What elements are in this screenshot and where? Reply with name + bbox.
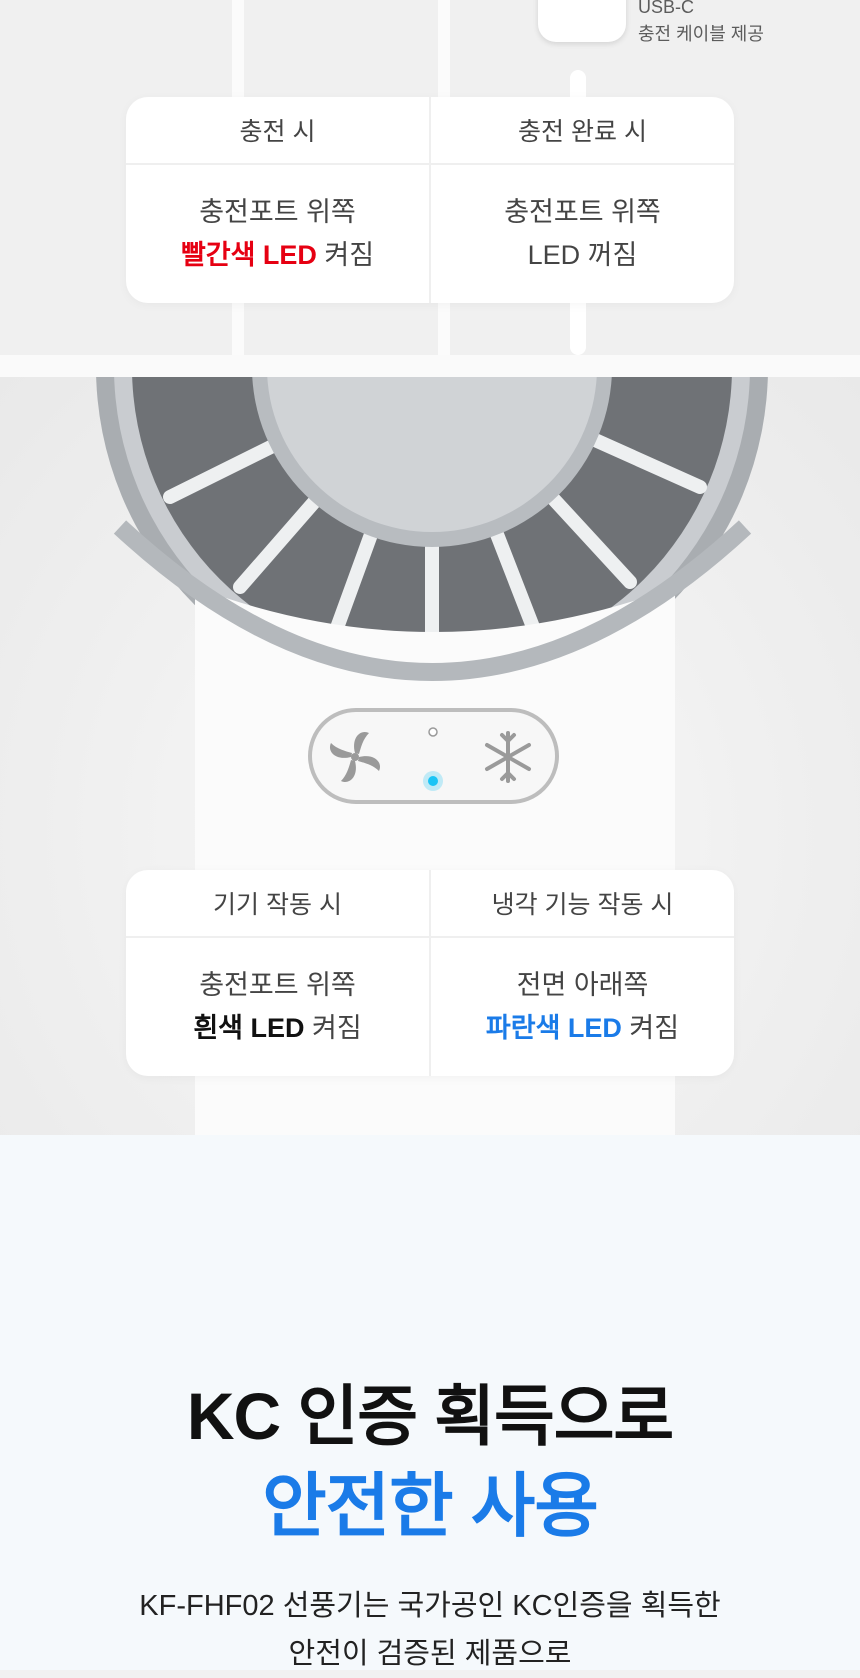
status-indicator-dot bbox=[428, 727, 438, 737]
charging-body: 충전포트 위쪽 빨간색 LED 켜짐 bbox=[126, 165, 429, 303]
operating-line2: 흰색 LED 켜짐 bbox=[193, 1007, 361, 1050]
charged-column: 충전 완료 시 충전포트 위쪽 LED 꺼짐 bbox=[431, 97, 734, 303]
cooling-line2: 파란색 LED 켜짐 bbox=[486, 1007, 679, 1050]
cooling-line2-rest: 켜짐 bbox=[621, 1013, 680, 1043]
charged-header: 충전 완료 시 bbox=[518, 118, 647, 146]
charged-body: 충전포트 위쪽 LED 꺼짐 bbox=[431, 165, 734, 303]
section-divider bbox=[0, 355, 860, 377]
kc-description-line1: KF-FHF02 선풍기는 국가공인 KC인증을 획득한 bbox=[139, 1590, 721, 1622]
cable-label: USB-C 충전 케이블 제공 bbox=[638, 0, 764, 48]
charging-header: 충전 시 bbox=[239, 118, 316, 146]
operating-column: 기기 작동 시 충전포트 위쪽 흰색 LED 켜짐 bbox=[126, 870, 429, 1076]
operating-line1: 충전포트 위쪽 bbox=[199, 970, 356, 1000]
cooling-header: 냉각 기능 작동 시 bbox=[491, 891, 674, 919]
charging-column: 충전 시 충전포트 위쪽 빨간색 LED 켜짐 bbox=[126, 97, 429, 303]
kc-subtitle: 안전한 사용 bbox=[262, 1467, 598, 1545]
kc-certification-section: KC 인증 획득으로 안전한 사용 KF-FHF02 선풍기는 국가공인 KC인… bbox=[0, 1135, 860, 1670]
charging-led-section: USB-C 충전 케이블 제공 충전 시 충전포트 위쪽 빨간색 LED 켜짐 … bbox=[0, 0, 860, 355]
kc-title: KC 인증 획득으로 bbox=[186, 1379, 674, 1453]
charged-line2: LED 꺼짐 bbox=[527, 240, 638, 270]
kc-description-line2: 안전이 검증된 제품으로 bbox=[288, 1638, 572, 1670]
usb-c-plug-image bbox=[538, 0, 626, 42]
cooling-line1: 전면 아래쪽 bbox=[516, 970, 649, 1000]
charging-line2-rest: 켜짐 bbox=[316, 240, 375, 270]
kc-description: KF-FHF02 선풍기는 국가공인 KC인증을 획득한 안전이 검증된 제품으… bbox=[0, 1582, 860, 1678]
charging-led-table: 충전 시 충전포트 위쪽 빨간색 LED 켜짐 충전 완료 시 충전포트 위쪽 … bbox=[126, 97, 734, 303]
blue-led-text: 파란색 LED bbox=[485, 1013, 622, 1043]
blue-led bbox=[428, 776, 438, 786]
charging-line1: 충전포트 위쪽 bbox=[199, 197, 356, 227]
operating-body: 충전포트 위쪽 흰색 LED 켜짐 bbox=[126, 938, 429, 1076]
cable-label-type: USB-C bbox=[638, 0, 695, 17]
operation-led-table: 기기 작동 시 충전포트 위쪽 흰색 LED 켜짐 냉각 기능 작동 시 전면 … bbox=[126, 870, 734, 1076]
white-led-text: 흰색 LED bbox=[193, 1013, 305, 1043]
charged-line1: 충전포트 위쪽 bbox=[504, 197, 661, 227]
charging-line2: 빨간색 LED 켜짐 bbox=[181, 234, 374, 277]
cooling-body: 전면 아래쪽 파란색 LED 켜짐 bbox=[431, 938, 734, 1076]
cooling-column: 냉각 기능 작동 시 전면 아래쪽 파란색 LED 켜짐 bbox=[431, 870, 734, 1076]
operating-line2-rest: 켜짐 bbox=[304, 1013, 362, 1043]
cable-label-desc: 충전 케이블 제공 bbox=[638, 24, 764, 44]
red-led-text: 빨간색 LED bbox=[180, 240, 317, 270]
operation-led-section: 기기 작동 시 충전포트 위쪽 흰색 LED 켜짐 냉각 기능 작동 시 전면 … bbox=[0, 377, 860, 1135]
operating-header: 기기 작동 시 bbox=[213, 891, 342, 919]
